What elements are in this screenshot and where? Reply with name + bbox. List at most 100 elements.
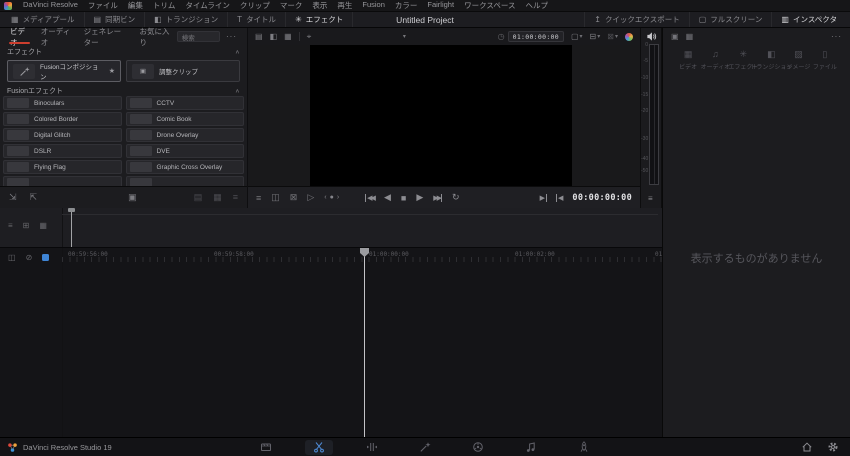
effect-item[interactable]: Flying Flag xyxy=(3,160,122,174)
effect-item[interactable]: Drone Overlay xyxy=(126,128,245,142)
effect-item[interactable]: Comic Book xyxy=(126,112,245,126)
loop-icon[interactable]: ↻ xyxy=(452,192,460,203)
menu-item[interactable]: Fusion xyxy=(357,0,390,11)
collapse-chevron-icon[interactable]: ∧ xyxy=(235,49,240,55)
playhead[interactable] xyxy=(364,248,365,437)
effect-item[interactable]: Graphic Cross Overlay xyxy=(126,160,245,174)
go-to-end-icon[interactable]: ▶▶ xyxy=(433,194,442,202)
timeline-view-icon[interactable]: ▦ xyxy=(284,32,292,41)
menu-item[interactable]: クリップ xyxy=(235,0,275,11)
inspector-tab[interactable]: ▨ イメージ xyxy=(785,48,811,77)
cut-page-button[interactable] xyxy=(305,440,333,455)
meter-options-icon[interactable]: ≡ xyxy=(648,194,653,203)
menu-item[interactable]: トリム xyxy=(148,0,181,11)
toolbar-button[interactable]: T タイトル xyxy=(228,12,286,27)
inspector-options-icon[interactable]: ··· xyxy=(831,32,842,41)
inspector-tab[interactable]: ♫ オーディオ xyxy=(701,48,729,77)
menu-item[interactable]: マーク xyxy=(275,0,308,11)
toolbar-button[interactable]: ▥ インスペクタ xyxy=(771,12,846,27)
source-clip-icon[interactable]: ▤ xyxy=(255,32,263,41)
project-manager-icon[interactable] xyxy=(801,441,813,453)
color-page-button[interactable] xyxy=(464,440,492,455)
effects-tab[interactable]: ジェネレーター xyxy=(78,28,134,45)
toolbar-button[interactable]: ✳ エフェクト xyxy=(286,12,353,27)
fairlight-page-button[interactable] xyxy=(517,440,545,455)
effect-item[interactable]: DVE xyxy=(126,144,245,158)
effects-tab[interactable]: ビデオ xyxy=(4,28,35,45)
effects-tab[interactable]: お気に入り xyxy=(133,28,176,45)
edit-page-button[interactable] xyxy=(358,440,386,455)
timeline-zoom-bar[interactable] xyxy=(62,214,658,215)
collapse-chevron-icon[interactable]: ∧ xyxy=(235,87,240,93)
filmstrip-view-icon[interactable]: ▦ xyxy=(213,192,222,203)
camera-dropdown-icon[interactable]: ▾ xyxy=(403,33,406,40)
output-dropdown[interactable]: ⊟▾ xyxy=(590,32,601,41)
transform-dropdown[interactable]: ⊠▾ xyxy=(607,32,618,41)
toolbar-button[interactable]: ▢ フルスクリーン xyxy=(689,12,772,27)
effect-item[interactable]: DSLR xyxy=(3,144,122,158)
color-palette-icon[interactable] xyxy=(625,33,633,41)
import-media-icon[interactable]: ⇲ xyxy=(9,192,17,203)
clip-info-icon[interactable]: ▣ xyxy=(671,32,679,41)
fusion-composition-item[interactable]: Fusionコンポジション ★ xyxy=(7,60,121,82)
menu-item[interactable]: 編集 xyxy=(123,0,148,11)
effect-item[interactable]: Binoculars xyxy=(3,96,122,110)
menu-item[interactable]: 再生 xyxy=(332,0,357,11)
import-folder-icon[interactable]: ⇱ xyxy=(30,192,38,203)
stop-icon[interactable]: ■ xyxy=(401,193,406,203)
speaker-icon[interactable] xyxy=(646,31,657,42)
track-view-icon[interactable]: ▦ xyxy=(39,221,47,230)
media-page-button[interactable] xyxy=(252,440,280,455)
menu-item[interactable]: ヘルプ xyxy=(520,0,553,11)
search-input[interactable]: 検索 xyxy=(177,31,220,42)
menu-item[interactable]: タイムライン xyxy=(180,0,234,11)
menu-item[interactable]: Fairlight xyxy=(422,0,459,11)
timeline-options-icon[interactable]: ≡ xyxy=(8,221,13,230)
previous-edit-icon[interactable]: ◀ xyxy=(556,194,563,202)
deliver-page-button[interactable] xyxy=(570,440,598,455)
capture-icon[interactable]: ▣ xyxy=(128,192,137,203)
fusion-page-button[interactable] xyxy=(411,440,439,455)
menu-item[interactable]: 表示 xyxy=(307,0,332,11)
upper-playhead-handle[interactable] xyxy=(68,208,75,212)
split-clip-icon[interactable]: ◫ xyxy=(271,192,280,203)
timeline-view-icon[interactable]: ◫ xyxy=(8,253,16,262)
project-settings-icon[interactable] xyxy=(827,441,839,453)
inspector-tab[interactable]: ▦ ビデオ xyxy=(675,48,701,77)
tools-icon[interactable]: ⌖ xyxy=(307,32,312,42)
delete-clip-icon[interactable]: ⊠ xyxy=(290,192,298,203)
go-to-start-icon[interactable]: ◀◀ xyxy=(365,194,374,202)
adjustment-clip-item[interactable]: ▣ 調整クリップ xyxy=(126,60,240,82)
razor-icon[interactable]: ⊘ xyxy=(26,253,33,262)
inspector-tab[interactable]: ◧ トランジション xyxy=(757,48,785,77)
upper-playhead[interactable] xyxy=(71,208,72,247)
mark-out-icon[interactable]: › xyxy=(337,194,339,201)
thumbnail-icon[interactable]: ▦ xyxy=(686,32,694,41)
menu-item[interactable]: ワークスペース xyxy=(459,0,520,11)
timeline[interactable]: ◫ ⊘ 00:59:56:0000:59:58:0001:00:00:0001:… xyxy=(0,248,662,437)
play-around-icon[interactable]: ▷ xyxy=(307,192,314,203)
menu-item[interactable]: DaVinci Resolve xyxy=(18,0,83,11)
effect-item[interactable] xyxy=(3,176,122,186)
resolution-dropdown[interactable]: ▢▾ xyxy=(571,32,583,41)
play-icon[interactable]: ▶ xyxy=(416,192,423,203)
upper-timeline[interactable]: ≡ ⊞ ▦ xyxy=(0,208,662,248)
effect-item[interactable] xyxy=(126,176,245,186)
play-reverse-icon[interactable]: ◀ xyxy=(384,192,391,203)
transport-timecode[interactable]: 00:00:00:00 xyxy=(572,193,632,203)
source-tape-icon[interactable]: ◧ xyxy=(270,32,278,41)
record-icon[interactable]: ● xyxy=(330,194,334,201)
track-add-icon[interactable]: ⊞ xyxy=(23,221,30,230)
panel-options-icon[interactable]: ··· xyxy=(220,32,243,41)
inspector-tab[interactable]: ▯ ファイル xyxy=(812,48,838,77)
effect-item[interactable]: Colored Border xyxy=(3,112,122,126)
snapping-icon[interactable] xyxy=(42,254,49,261)
viewer-timecode[interactable]: 01:00:00:00 xyxy=(508,31,564,42)
list-view-icon[interactable]: ≡ xyxy=(233,192,238,203)
timeline-tools-icon[interactable]: ≡ xyxy=(256,193,261,203)
effect-item[interactable]: Digital Glitch xyxy=(3,128,122,142)
effects-tab[interactable]: オーディオ xyxy=(35,28,78,45)
menu-item[interactable]: ファイル xyxy=(83,0,123,11)
effect-item[interactable]: CCTV xyxy=(126,96,245,110)
toolbar-button[interactable]: ↥ クイックエクスポート xyxy=(584,12,688,27)
